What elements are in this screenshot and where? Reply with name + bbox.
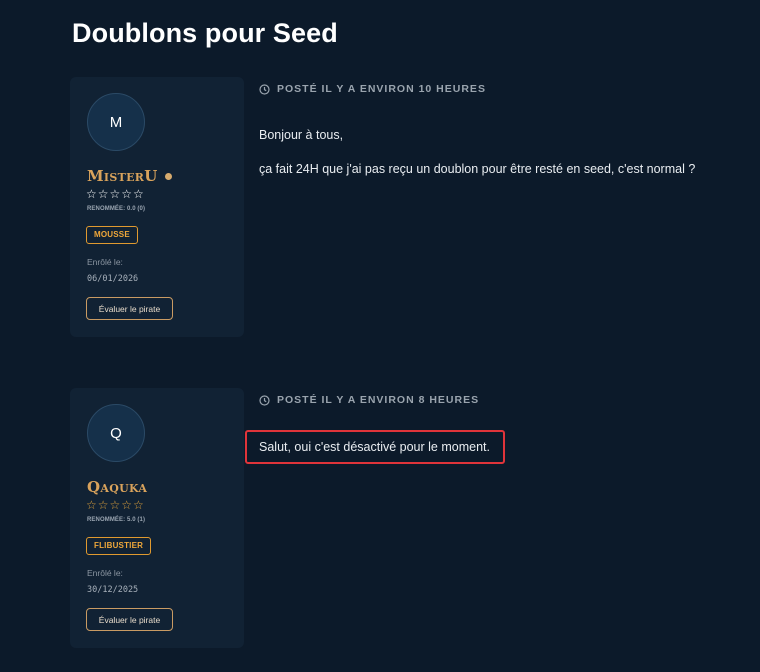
enrolled-label: Enrôlé le:: [87, 568, 123, 578]
post-paragraph: ça fait 24H que j'ai pas reçu un doublon…: [259, 162, 696, 177]
avatar[interactable]: M: [87, 93, 145, 151]
forum-thread-page: Doublons pour Seed M MisterU ☆☆☆☆☆ RENOM…: [0, 0, 760, 672]
post-body: Salut, oui c'est désactivé pour le momen…: [259, 439, 490, 473]
page-title: Doublons pour Seed: [72, 18, 338, 48]
post-timestamp: POSTÉ IL Y A ENVIRON 10 HEURES: [277, 83, 486, 95]
author-card: Q Qaquka ☆☆☆☆☆ RENOMMÉE: 5.0 (1) FLIBUST…: [70, 388, 244, 648]
username-link[interactable]: MisterU: [87, 167, 158, 185]
author-card: M MisterU ☆☆☆☆☆ RENOMMÉE: 0.0 (0) MOUSSE…: [70, 77, 244, 337]
enrolled-date: 30/12/2025: [87, 585, 139, 595]
clock-icon: [259, 83, 270, 95]
post-paragraph: Salut, oui c'est désactivé pour le momen…: [259, 440, 490, 454]
rate-pirate-button[interactable]: Évaluer le pirate: [86, 297, 173, 320]
enrolled-label: Enrôlé le:: [87, 257, 123, 267]
username-row: Qaquka: [87, 478, 147, 496]
enrolled-date: 06/01/2026: [87, 274, 139, 284]
post-meta: POSTÉ IL Y A ENVIRON 10 HEURES: [259, 83, 486, 95]
post-meta: POSTÉ IL Y A ENVIRON 8 HEURES: [259, 394, 479, 406]
username-row: MisterU: [87, 167, 172, 185]
clock-icon: [259, 394, 270, 406]
rating-stars: ☆☆☆☆☆: [86, 498, 145, 512]
online-status-dot: [164, 172, 172, 180]
post-timestamp: POSTÉ IL Y A ENVIRON 8 HEURES: [277, 394, 480, 406]
username-link[interactable]: Qaquka: [87, 478, 147, 496]
rank-badge: FLIBUSTIER: [86, 537, 152, 555]
reputation-text: RENOMMÉE: 0.0 (0): [87, 206, 146, 212]
post-body: Bonjour à tous, ça fait 24H que j'ai pas…: [259, 127, 695, 196]
rate-pirate-button[interactable]: Évaluer le pirate: [86, 608, 173, 631]
rating-stars: ☆☆☆☆☆: [86, 187, 145, 201]
rank-badge: MOUSSE: [86, 226, 138, 244]
reputation-text: RENOMMÉE: 5.0 (1): [87, 517, 146, 523]
post-paragraph: Bonjour à tous,: [259, 128, 344, 142]
avatar[interactable]: Q: [87, 404, 145, 462]
